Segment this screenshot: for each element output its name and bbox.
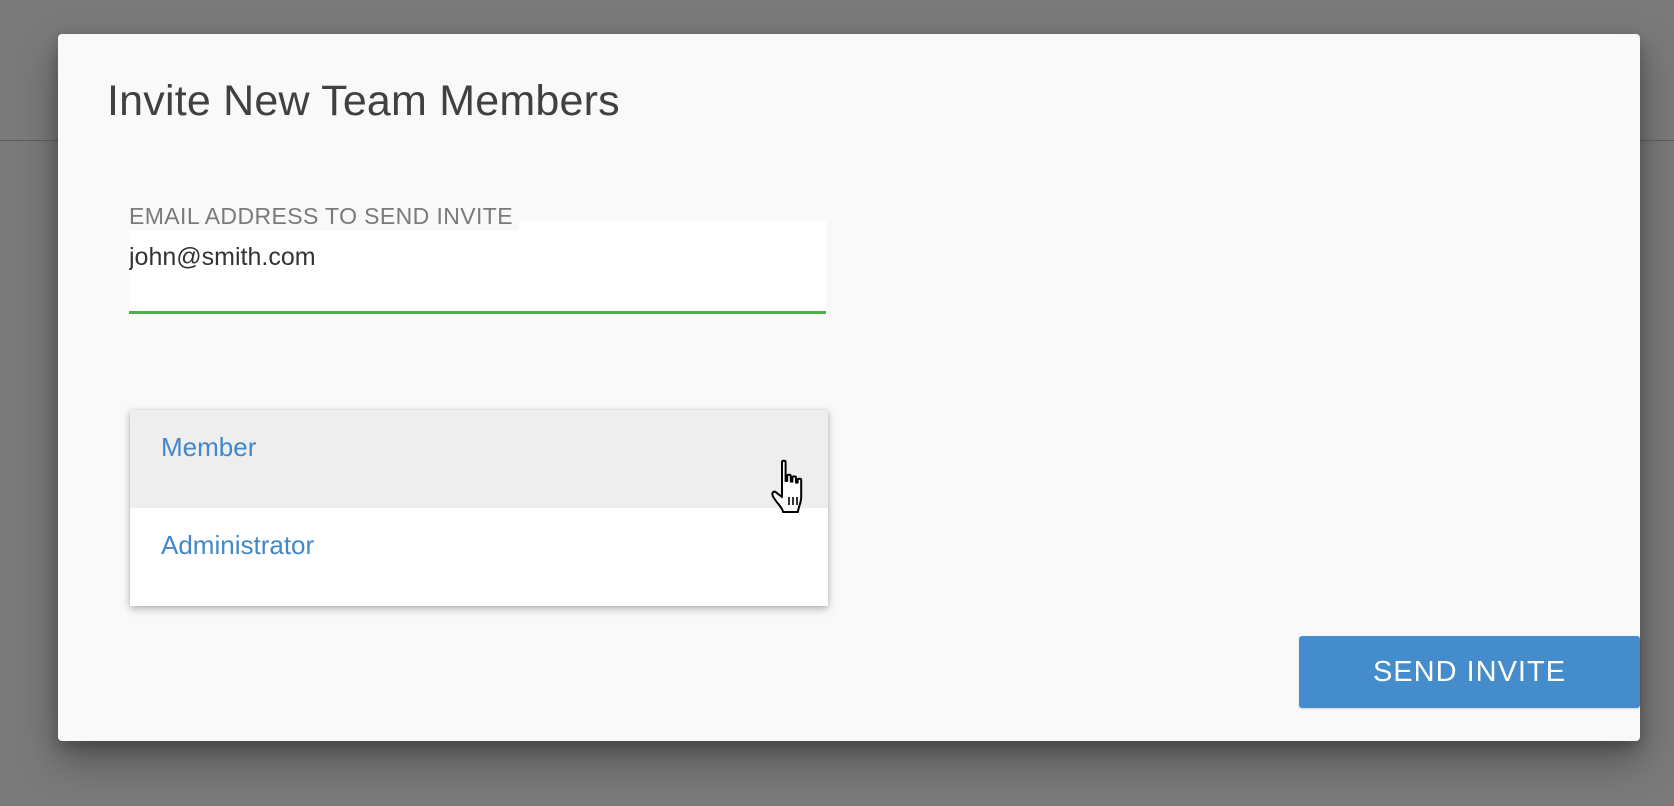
role-option-label: Administrator [161, 530, 315, 560]
role-dropdown-menu: Member Administrator [130, 410, 828, 606]
invite-modal: Invite New Team Members EMAIL ADDRESS TO… [58, 34, 1640, 741]
email-input[interactable] [129, 235, 819, 279]
email-field-label: EMAIL ADDRESS TO SEND INVITE [129, 203, 519, 231]
send-invite-button[interactable]: SEND INVITE [1299, 636, 1640, 708]
hand-pointer-icon [771, 459, 803, 513]
role-option-member[interactable]: Member [130, 410, 828, 508]
email-field: EMAIL ADDRESS TO SEND INVITE [129, 167, 826, 317]
role-option-label: Member [161, 432, 257, 462]
modal-title: Invite New Team Members [107, 77, 620, 125]
role-option-administrator[interactable]: Administrator [130, 508, 828, 606]
email-field-underline [129, 311, 826, 314]
